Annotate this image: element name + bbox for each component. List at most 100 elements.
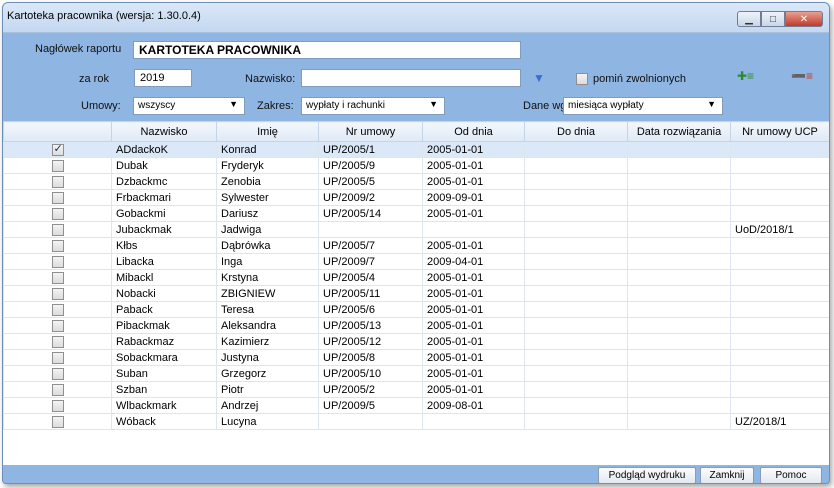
column-header-name[interactable]: Imię xyxy=(216,121,319,142)
row-checkbox[interactable] xyxy=(51,303,64,316)
row-checkbox[interactable] xyxy=(51,383,64,396)
cell-name: Andrzej xyxy=(216,397,319,414)
chevron-down-icon: ▼ xyxy=(429,99,438,109)
cell-name: Lucyna xyxy=(216,413,319,430)
list-remove-icon[interactable]: ➖≡ xyxy=(791,69,813,83)
row-checkbox[interactable] xyxy=(51,255,64,268)
surname-input[interactable] xyxy=(301,69,521,87)
cell-end xyxy=(627,157,731,174)
minimize-button[interactable]: ▁ xyxy=(737,11,761,27)
row-checkbox[interactable] xyxy=(51,207,64,220)
row-checkbox[interactable] xyxy=(51,175,64,188)
cell-ucp xyxy=(730,157,829,174)
cell-to xyxy=(524,301,628,318)
cell-ucp xyxy=(730,253,829,270)
table-row[interactable]: ADdackoKKonradUP/2005/12005-01-01 xyxy=(3,141,829,158)
cell-name: Piotr xyxy=(216,381,319,398)
year-label: za rok xyxy=(79,73,109,85)
maximize-button[interactable]: □ xyxy=(761,11,785,27)
cell-name: Justyna xyxy=(216,349,319,366)
column-header-termination[interactable]: Data rozwiązania xyxy=(627,121,731,142)
print-preview-button[interactable]: Podgląd wydruku xyxy=(598,467,696,483)
filter-icon[interactable]: ▼ xyxy=(533,71,545,85)
contracts-select[interactable]: wszyscy ▼ xyxy=(133,97,245,115)
column-header-to[interactable]: Do dnia xyxy=(524,121,628,142)
table-row[interactable]: Gobackmi Dariusz UP/2005/14 2005-01-01 xyxy=(3,205,829,222)
cell-contract: UP/2005/11 xyxy=(318,285,423,302)
cell-ucp xyxy=(730,173,829,190)
row-checkbox[interactable] xyxy=(51,223,64,236)
cell-name: ZBIGNIEW xyxy=(216,285,319,302)
cell-to xyxy=(524,333,628,350)
cell-surname: ADdackoK xyxy=(111,141,217,158)
column-header-from[interactable]: Od dnia xyxy=(422,121,525,142)
cell-from: 2005-01-01 xyxy=(422,349,525,366)
column-header-select[interactable] xyxy=(3,121,112,142)
cell-name: Dariusz xyxy=(216,205,319,222)
row-checkbox[interactable] xyxy=(51,319,64,332)
table-row[interactable]: Libacka Inga UP/2009/7 2009-04-01 xyxy=(3,253,829,270)
table-row[interactable]: Nobacki ZBIGNIEW UP/2005/11 2005-01-01 xyxy=(3,285,829,302)
row-checkbox[interactable] xyxy=(51,335,64,348)
column-header-surname[interactable]: Nazwisko xyxy=(111,121,217,142)
row-checkbox[interactable] xyxy=(51,287,64,300)
cell-from xyxy=(422,413,525,430)
cell-name: Jadwiga xyxy=(216,221,319,238)
cell-ucp xyxy=(730,349,829,366)
scope-select[interactable]: wypłaty i rachunki ▼ xyxy=(301,97,445,115)
help-button[interactable]: Pomoc xyxy=(760,467,822,483)
cell-name: Aleksandra xyxy=(216,317,319,334)
cell-contract: UP/2005/1 xyxy=(318,141,423,158)
row-checkbox[interactable] xyxy=(51,239,64,252)
row-checkbox[interactable] xyxy=(51,143,64,156)
row-checkbox[interactable] xyxy=(51,351,64,364)
window-title: Kartoteka pracownika (wersja: 1.30.0.4) xyxy=(7,10,201,22)
row-checkbox[interactable] xyxy=(51,191,64,204)
cell-from: 2005-01-01 xyxy=(422,205,525,222)
table-row[interactable]: Paback Teresa UP/2005/6 2005-01-01 xyxy=(3,301,829,318)
row-checkbox[interactable] xyxy=(51,415,64,428)
cell-to xyxy=(524,413,628,430)
row-checkbox[interactable] xyxy=(51,399,64,412)
table-row[interactable]: Kłbs Dąbrówka UP/2005/7 2005-01-01 xyxy=(3,237,829,254)
chevron-down-icon: ▼ xyxy=(707,99,716,109)
table-row[interactable]: Dzbackmc Zenobia UP/2005/5 2005-01-01 xyxy=(3,173,829,190)
data-by-select[interactable]: miesiąca wypłaty ▼ xyxy=(563,97,723,115)
table-row[interactable]: Rabackmaz Kazimierz UP/2005/12 2005-01-01 xyxy=(3,333,829,350)
close-window-button[interactable]: ✕ xyxy=(785,11,823,27)
table-row[interactable]: Mibackl Krstyna UP/2005/4 2005-01-01 xyxy=(3,269,829,286)
cell-name: Teresa xyxy=(216,301,319,318)
row-checkbox[interactable] xyxy=(51,271,64,284)
column-header-contract[interactable]: Nr umowy xyxy=(318,121,423,142)
row-checkbox[interactable] xyxy=(51,367,64,380)
table-row[interactable]: Wlbackmark Andrzej UP/2009/5 2009-08-01 xyxy=(3,397,829,414)
cell-surname: Nobacki xyxy=(111,285,217,302)
row-checkbox[interactable] xyxy=(51,159,64,172)
table-row[interactable]: Wóback Lucyna UZ/2018/1 xyxy=(3,413,829,430)
chevron-down-icon: ▼ xyxy=(229,99,238,109)
row-select-cell xyxy=(3,237,112,254)
cell-contract: UP/2005/6 xyxy=(318,301,423,318)
cell-from: 2005-01-01 xyxy=(422,141,525,158)
skip-dismissed-checkbox[interactable] xyxy=(576,73,588,85)
close-button[interactable]: Zamknij xyxy=(700,467,754,483)
table-row[interactable]: Frbackmari Sylwester UP/2009/2 2009-09-01 xyxy=(3,189,829,206)
cell-end xyxy=(627,237,731,254)
column-header-ucp[interactable]: Nr umowy UCP xyxy=(730,121,829,142)
cell-surname: Paback xyxy=(111,301,217,318)
table-row[interactable]: Sobackmara Justyna UP/2005/8 2005-01-01 xyxy=(3,349,829,366)
table-row[interactable]: Szban Piotr UP/2005/2 2005-01-01 xyxy=(3,381,829,398)
close-icon: ✕ xyxy=(799,13,809,25)
cell-ucp xyxy=(730,301,829,318)
report-header-input[interactable]: KARTOTEKA PRACOWNIKA xyxy=(133,41,521,59)
table-row[interactable]: Suban Grzegorz UP/2005/10 2005-01-01 xyxy=(3,365,829,382)
table-row[interactable]: Dubak Fryderyk UP/2005/9 2005-01-01 xyxy=(3,157,829,174)
table-row[interactable]: Pibackmak Aleksandra UP/2005/13 2005-01-01 xyxy=(3,317,829,334)
table-row[interactable]: Jubackmak Jadwiga UoD/2018/1 xyxy=(3,221,829,238)
cell-name: Kazimierz xyxy=(216,333,319,350)
cell-surname: Frbackmari xyxy=(111,189,217,206)
year-input[interactable]: 2019 xyxy=(134,69,192,87)
list-add-icon[interactable]: ✚≡ xyxy=(737,69,754,83)
cell-to xyxy=(524,349,628,366)
cell-from: 2005-01-01 xyxy=(422,317,525,334)
